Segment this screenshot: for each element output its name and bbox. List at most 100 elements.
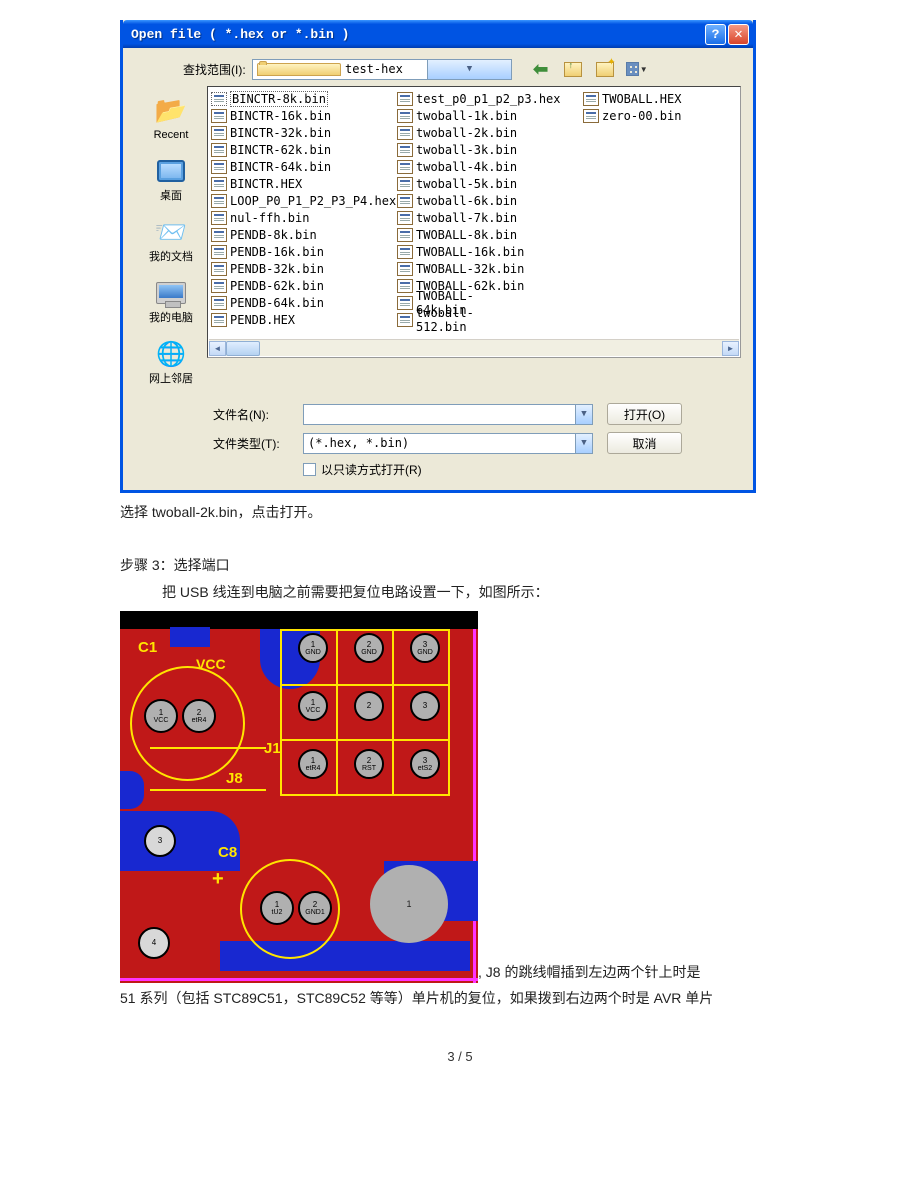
file-item[interactable]: PENDB-64k.bin [211, 294, 397, 311]
pcb-label-c8: C8 [218, 841, 237, 865]
file-item[interactable]: twoball-5k.bin [397, 175, 583, 192]
file-icon [211, 92, 227, 106]
file-icon [211, 228, 227, 242]
new-folder-button[interactable] [594, 58, 616, 80]
readonly-checkbox[interactable] [303, 463, 316, 476]
recent-icon: 📂 [155, 94, 187, 126]
file-item[interactable]: PENDB-16k.bin [211, 243, 397, 260]
file-icon [211, 262, 227, 276]
file-item[interactable]: PENDB-8k.bin [211, 226, 397, 243]
file-item[interactable]: TWOBALL-16k.bin [397, 243, 583, 260]
filetype-combo[interactable]: (*.hex, *.bin) ▼ [303, 433, 593, 454]
computer-icon [155, 277, 187, 309]
file-item[interactable]: BINCTR-8k.bin [211, 90, 397, 107]
file-icon [397, 143, 413, 157]
filetype-label: 文件类型(T): [213, 435, 303, 452]
filename-input[interactable]: ▼ [303, 404, 593, 425]
file-icon [397, 194, 413, 208]
file-item[interactable]: twoball-1k.bin [397, 107, 583, 124]
file-icon [397, 228, 413, 242]
view-menu-button[interactable]: ▼ [626, 58, 648, 80]
file-icon [397, 279, 413, 293]
readonly-label: 以只读方式打开(R) [321, 461, 422, 478]
file-item[interactable]: TWOBALL.HEX [583, 90, 715, 107]
file-icon [211, 177, 227, 191]
chevron-down-icon[interactable]: ▼ [427, 60, 510, 79]
pcb-label-vcc: VCC [196, 653, 226, 675]
place-desktop[interactable]: 桌面 [135, 149, 207, 210]
file-icon [397, 262, 413, 276]
file-item[interactable]: twoball-7k.bin [397, 209, 583, 226]
file-item[interactable]: TWOBALL-8k.bin [397, 226, 583, 243]
places-bar: 📂 Recent 桌面 📨 我的文档 我的电脑 [135, 86, 207, 393]
scroll-thumb[interactable] [226, 341, 260, 356]
file-item[interactable]: twoball-512.bin [397, 311, 529, 328]
file-icon [211, 194, 227, 208]
file-item[interactable]: twoball-3k.bin [397, 141, 583, 158]
file-icon [211, 211, 227, 225]
scroll-right-button[interactable]: ► [722, 341, 739, 356]
chevron-down-icon: ▼ [640, 65, 648, 74]
file-item[interactable]: zero-00.bin [583, 107, 715, 124]
help-button[interactable]: ? [705, 24, 726, 45]
place-network[interactable]: 🌐 网上邻居 [135, 332, 207, 393]
file-icon [397, 177, 413, 191]
up-one-level-button[interactable] [562, 58, 584, 80]
file-item[interactable]: test_p0_p1_p2_p3.hex [397, 90, 583, 107]
open-button[interactable]: 打开(O) [607, 403, 682, 425]
file-icon [211, 313, 227, 327]
file-item[interactable]: LOOP_P0_P1_P2_P3_P4.hex [211, 192, 397, 209]
file-item[interactable]: nul-ffh.bin [211, 209, 397, 226]
step3-heading: 步骤 3：选择端口 [120, 554, 800, 576]
after-pcb-inline: , J8 的跳线帽插到左边两个针上时是 [478, 961, 700, 983]
dialog-title: Open file ( *.hex or *.bin ) [131, 27, 703, 42]
file-icon [211, 245, 227, 259]
place-recent[interactable]: 📂 Recent [135, 88, 207, 149]
place-mydocs[interactable]: 📨 我的文档 [135, 210, 207, 271]
file-icon [211, 279, 227, 293]
file-icon [211, 109, 227, 123]
chevron-down-icon[interactable]: ▼ [575, 405, 592, 424]
file-item[interactable]: BINCTR.HEX [211, 175, 397, 192]
file-item[interactable]: twoball-2k.bin [397, 124, 583, 141]
network-icon: 🌐 [155, 338, 187, 370]
page-footer: 3 / 5 [120, 1049, 800, 1064]
file-list-pane[interactable]: BINCTR-8k.binBINCTR-16k.binBINCTR-32k.bi… [207, 86, 741, 358]
file-item[interactable]: BINCTR-16k.bin [211, 107, 397, 124]
horizontal-scrollbar[interactable]: ◄ ► [209, 339, 739, 356]
file-item[interactable]: twoball-6k.bin [397, 192, 583, 209]
file-icon [397, 92, 413, 106]
file-item[interactable]: PENDB-32k.bin [211, 260, 397, 277]
new-folder-icon [596, 62, 614, 77]
file-icon [397, 160, 413, 174]
back-button[interactable]: ⬅ [530, 58, 552, 80]
documents-icon: 📨 [155, 216, 187, 248]
file-icon [397, 211, 413, 225]
file-icon [211, 126, 227, 140]
file-item[interactable]: TWOBALL-32k.bin [397, 260, 583, 277]
file-item[interactable]: BINCTR-32k.bin [211, 124, 397, 141]
close-button[interactable]: ✕ [728, 24, 749, 45]
file-icon [397, 109, 413, 123]
step3-body: 把 USB 线连到电脑之前需要把复位电路设置一下，如图所示： [120, 581, 800, 603]
file-item[interactable]: twoball-4k.bin [397, 158, 583, 175]
file-icon [583, 109, 599, 123]
file-icon [211, 296, 227, 310]
file-item[interactable]: BINCTR-62k.bin [211, 141, 397, 158]
lookin-label: 查找范围(I): [183, 61, 246, 78]
file-item[interactable]: PENDB-62k.bin [211, 277, 397, 294]
lookin-combo[interactable]: test-hex ▼ [252, 59, 512, 80]
cancel-button[interactable]: 取消 [607, 432, 682, 454]
pcb-label-j8: J8 [226, 767, 243, 791]
lookin-value: test-hex [345, 62, 427, 76]
file-item[interactable]: PENDB.HEX [211, 311, 397, 328]
file-icon [397, 296, 413, 310]
place-mycomputer[interactable]: 我的电脑 [135, 271, 207, 332]
open-file-dialog: Open file ( *.hex or *.bin ) ? ✕ 查找范围(I)… [120, 20, 756, 493]
chevron-down-icon[interactable]: ▼ [575, 434, 592, 453]
scroll-left-button[interactable]: ◄ [209, 341, 226, 356]
file-icon [397, 313, 413, 327]
file-icon [397, 126, 413, 140]
file-item[interactable]: BINCTR-64k.bin [211, 158, 397, 175]
filename-label: 文件名(N): [213, 406, 303, 423]
